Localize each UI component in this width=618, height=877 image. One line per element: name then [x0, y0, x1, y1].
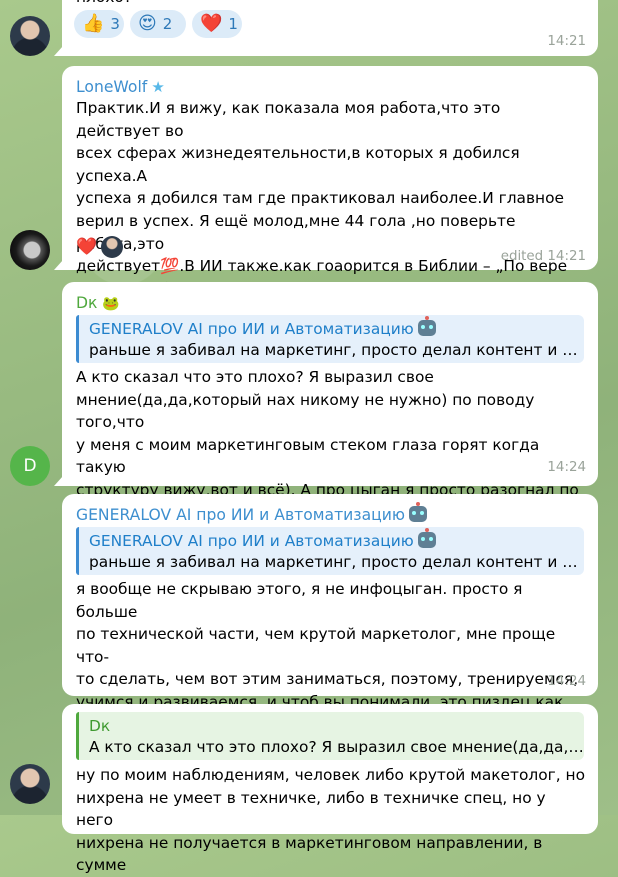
reply-text: раньше я забивал на маркетинг, просто де…	[89, 553, 584, 571]
message-time: 14:24	[547, 460, 586, 475]
reply-title: GENERALOV AI про ИИ и Автоматизацию	[89, 528, 584, 551]
reply-title: GENERALOV AI про ИИ и Автоматизацию	[89, 316, 584, 339]
reaction-heart-eyes[interactable]: 😍 2	[130, 10, 186, 38]
message-text: плохо?	[76, 0, 586, 9]
avatar[interactable]	[10, 764, 50, 804]
reaction-heart[interactable]: ❤️ 1	[192, 10, 242, 38]
reaction-heart-row[interactable]: ❤️	[76, 236, 124, 258]
message-time: edited 14:21	[500, 249, 586, 264]
message-text: ну по моим наблюдениям, человек либо кру…	[76, 766, 585, 875]
robot-icon	[417, 316, 436, 336]
heart-icon: ❤️	[200, 13, 223, 34]
sender-name[interactable]: GENERALOV AI про ИИ и Автоматизацию	[76, 502, 428, 525]
reaction-count: 1	[228, 15, 238, 33]
reaction-count: 2	[162, 15, 173, 33]
reaction-thumbs-up[interactable]: 👍 3	[74, 10, 124, 38]
reply-quote[interactable]: GENERALOV AI про ИИ и Автоматизацию рань…	[76, 315, 584, 363]
thumbs-up-icon: 👍	[82, 13, 105, 34]
message-bubble[interactable]: LoneWolf ★ Практик.И я вижу, как показала…	[54, 66, 598, 298]
avatar[interactable]: D	[10, 446, 50, 486]
message-bubble[interactable]: плохо? 👍 3 😍 2 ❤️ 1 14:21	[54, 0, 598, 56]
avatar[interactable]	[10, 16, 50, 56]
avatar[interactable]	[10, 230, 50, 270]
reply-quote[interactable]: Dк А кто сказал что это плохо? Я выразил…	[76, 712, 584, 760]
heart-icon: ❤️	[76, 237, 98, 257]
sender-name[interactable]: Dк 🐸	[76, 293, 120, 314]
message-time: 14:24	[547, 674, 586, 689]
sender-name[interactable]: LoneWolf ★	[76, 77, 165, 97]
message-bubble[interactable]: GENERALOV AI про ИИ и Автоматизацию GENE…	[62, 494, 598, 734]
reply-quote[interactable]: GENERALOV AI про ИИ и Автоматизацию рань…	[76, 527, 584, 575]
message-time: 14:21	[547, 34, 586, 49]
reply-text: А кто сказал что это плохо? Я выразил св…	[89, 738, 584, 756]
frog-icon: 🐸	[102, 296, 120, 312]
star-icon: ★	[151, 78, 165, 96]
heart-eyes-icon: 😍	[138, 13, 157, 34]
reply-text: раньше я забивал на маркетинг, просто де…	[89, 341, 584, 359]
robot-icon	[417, 528, 436, 548]
robot-icon	[409, 502, 428, 522]
reactor-avatar	[101, 236, 124, 258]
message-bubble[interactable]: Dк 🐸 GENERALOV AI про ИИ и Автоматизацию…	[54, 282, 598, 522]
message-text: Практик.И я вижу, как показала моя работ…	[76, 99, 568, 298]
reaction-count: 3	[110, 15, 120, 33]
reply-title: Dк	[89, 717, 111, 735]
